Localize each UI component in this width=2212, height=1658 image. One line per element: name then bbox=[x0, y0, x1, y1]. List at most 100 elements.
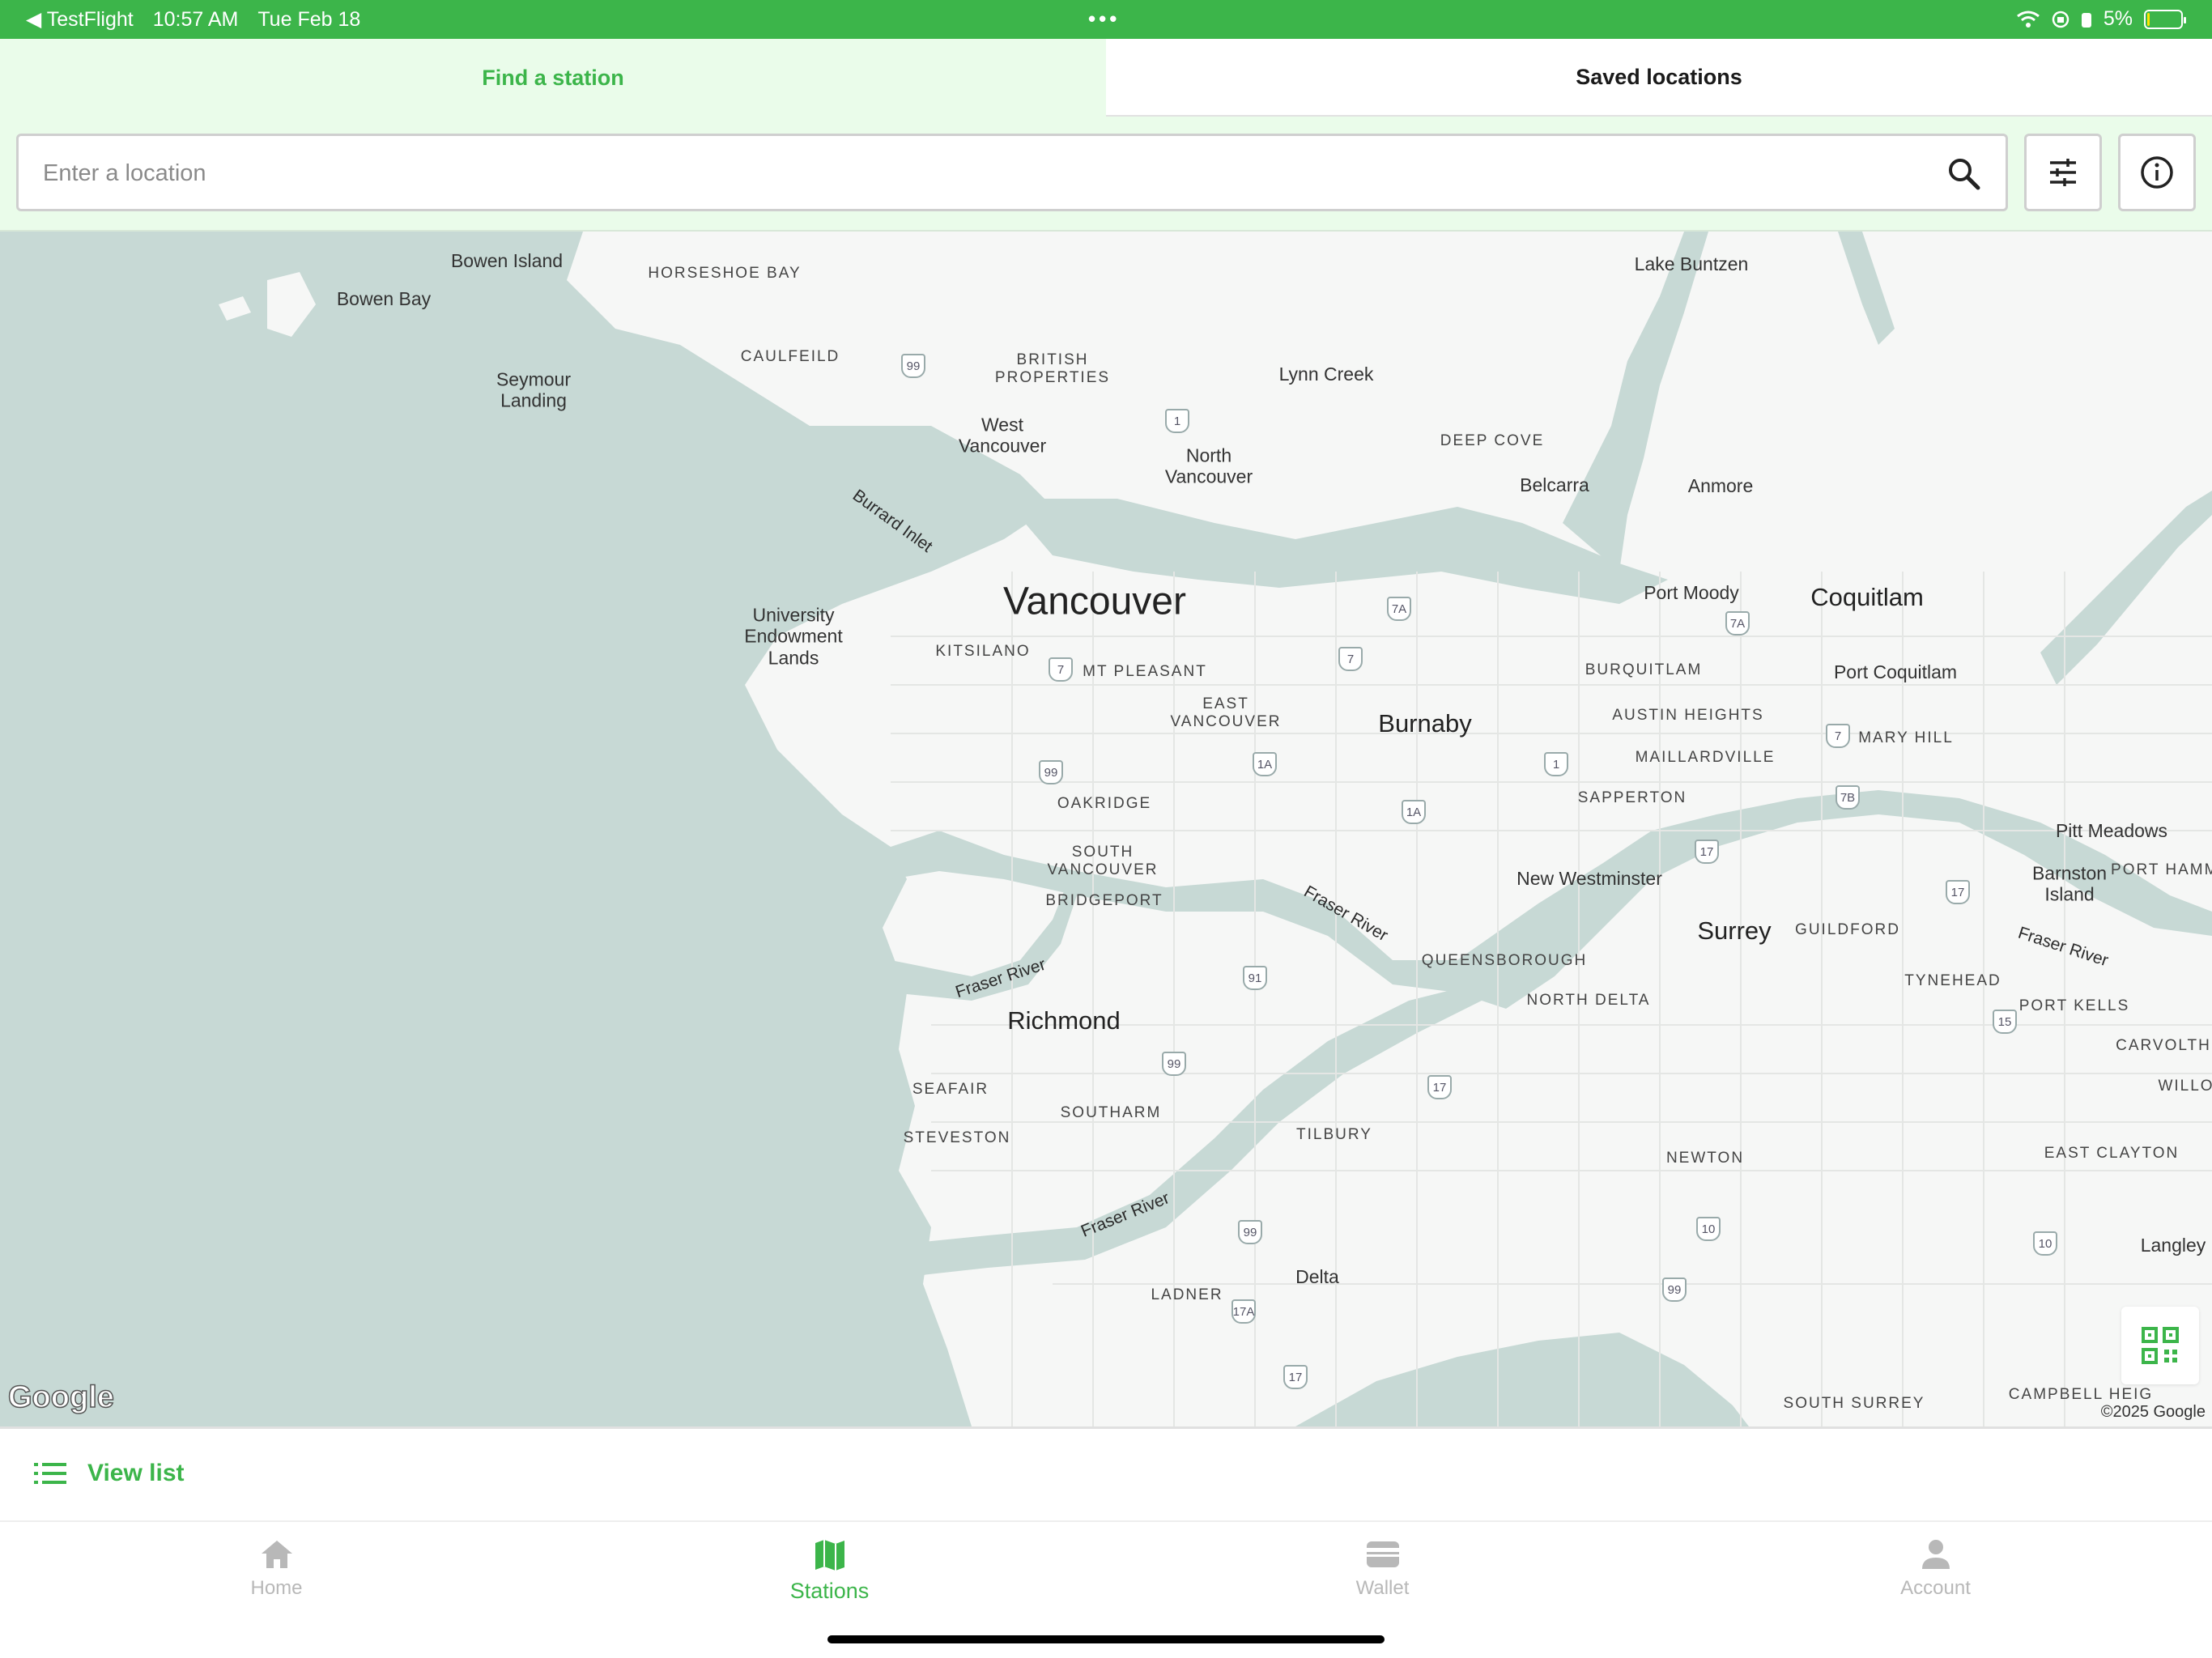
map-label-steveston: STEVESTON bbox=[903, 1129, 1011, 1147]
multitasking-dots-icon[interactable]: ••• bbox=[1088, 6, 1120, 32]
map-label-sapperton: SAPPERTON bbox=[1577, 789, 1687, 807]
highway-shield: 99 bbox=[1039, 760, 1063, 784]
map-label-lake-buntzen: Lake Buntzen bbox=[1634, 253, 1749, 274]
map-label-willo: WILLO bbox=[2158, 1078, 2212, 1095]
map-terrain bbox=[0, 232, 2212, 1426]
map-label-tynehead: TYNEHEAD bbox=[1904, 972, 2001, 990]
highway-shield: 17 bbox=[1427, 1075, 1452, 1099]
qr-scan-button[interactable] bbox=[2121, 1307, 2199, 1384]
status-date: Tue Feb 18 bbox=[257, 7, 361, 31]
highway-shield: 17 bbox=[1283, 1365, 1308, 1389]
highway-shield: 17A bbox=[1231, 1299, 1256, 1324]
highway-shield: 17 bbox=[1946, 880, 1970, 904]
map-label-delta: Delta bbox=[1295, 1265, 1339, 1287]
info-icon bbox=[2141, 156, 2173, 189]
tab-saved-locations[interactable]: Saved locations bbox=[1106, 39, 2212, 117]
view-list-button[interactable]: View list bbox=[34, 1460, 185, 1487]
status-bar: ◀ TestFlight 10:57 AM Tue Feb 18 ••• 5% bbox=[0, 0, 2212, 39]
map-label-port-coquitlam: Port Coquitlam bbox=[1833, 661, 1958, 682]
map-label-tilbury: TILBURY bbox=[1296, 1126, 1372, 1144]
battery-icon bbox=[2144, 9, 2186, 29]
highway-shield: 91 bbox=[1243, 966, 1267, 990]
map-label-new-westminster: New Westminster bbox=[1516, 867, 1662, 889]
tab-bar: Find a station Saved locations bbox=[0, 39, 2212, 117]
map-label-maillardville: MAILLARDVILLE bbox=[1635, 749, 1776, 767]
map-label-lynn-creek: Lynn Creek bbox=[1278, 363, 1374, 385]
search-box[interactable] bbox=[16, 134, 2008, 211]
map-label-seafair: SEAFAIR bbox=[912, 1081, 989, 1099]
map-label-richmond: Richmond bbox=[1007, 1006, 1121, 1035]
map-label-kitsilano: KITSILANO bbox=[935, 643, 1031, 661]
map-label-north-vancouver: North Vancouver bbox=[1164, 444, 1253, 487]
map-label-horseshoe-bay: HORSESHOE BAY bbox=[648, 265, 802, 283]
map-label-east-clayton: EAST CLAYTON bbox=[2044, 1145, 2180, 1163]
orientation-lock-icon bbox=[2052, 11, 2069, 28]
highway-shield: 7 bbox=[1826, 724, 1850, 748]
home-indicator[interactable] bbox=[827, 1635, 1385, 1643]
sliders-icon bbox=[2050, 159, 2076, 186]
map-label-newton: NEWTON bbox=[1665, 1150, 1745, 1167]
nav-label-account: Account bbox=[1900, 1577, 1971, 1599]
map-label-south-vancouver: SOUTH VANCOUVER bbox=[1047, 844, 1159, 878]
map-label-ladner: LADNER bbox=[1151, 1286, 1223, 1304]
nav-item-account[interactable]: Account bbox=[1659, 1522, 2212, 1658]
highway-shield: 99 bbox=[1162, 1052, 1186, 1076]
map-label-seymour-landing: Seymour Landing bbox=[496, 368, 572, 411]
map-label-vancouver: Vancouver bbox=[1003, 580, 1186, 623]
map-label-east-vancouver: EAST VANCOUVER bbox=[1170, 695, 1282, 730]
highway-shield: 10 bbox=[2033, 1231, 2057, 1256]
highway-shield: 99 bbox=[901, 354, 925, 378]
tab-find-a-station[interactable]: Find a station bbox=[0, 39, 1106, 117]
map-label-south-surrey: SOUTH SURREY bbox=[1783, 1395, 1925, 1413]
highway-shield: 7B bbox=[1836, 785, 1860, 810]
highway-shield: 1 bbox=[1165, 409, 1189, 433]
search-row bbox=[0, 117, 2212, 232]
status-time: 10:57 AM bbox=[152, 7, 239, 31]
map-copyright: ©2025 Google bbox=[2100, 1403, 2206, 1421]
map-label-coquitlam: Coquitlam bbox=[1810, 583, 1924, 612]
map-view[interactable]: Vancouver Burnaby Richmond Surrey Coquit… bbox=[0, 232, 2212, 1426]
map-label-north-delta: NORTH DELTA bbox=[1526, 992, 1651, 1010]
highway-shield: 99 bbox=[1662, 1278, 1687, 1302]
nav-label-home: Home bbox=[250, 1577, 303, 1599]
view-list-label: View list bbox=[87, 1460, 185, 1486]
map-label-carvolth: CARVOLTH bbox=[2116, 1037, 2211, 1055]
nav-label-stations: Stations bbox=[789, 1579, 870, 1603]
map-label-campbell-heights: CAMPBELL HEIG bbox=[2008, 1386, 2154, 1404]
map-label-queensborough: QUEENSBOROUGH bbox=[1421, 952, 1588, 970]
highway-shield: 7A bbox=[1387, 597, 1411, 621]
map-label-anmore: Anmore bbox=[1687, 474, 1754, 496]
map-label-west-vancouver: West Vancouver bbox=[958, 414, 1047, 457]
map-label-surrey: Surrey bbox=[1697, 916, 1772, 946]
map-label-oakridge: OAKRIDGE bbox=[1057, 795, 1152, 813]
map-label-caulfeild: CAULFEILD bbox=[740, 348, 840, 366]
map-label-burquitlam: BURQUITLAM bbox=[1585, 661, 1703, 679]
highway-shield: 10 bbox=[1696, 1217, 1721, 1241]
map-label-austin-heights: AUSTIN HEIGHTS bbox=[1612, 707, 1764, 725]
highway-shield: 7A bbox=[1725, 611, 1750, 636]
nav-label-wallet: Wallet bbox=[1355, 1577, 1410, 1599]
map-label-bowen-island: Bowen Island bbox=[450, 249, 564, 271]
highway-shield: 1 bbox=[1544, 752, 1568, 776]
map-label-bridgeport: BRIDGEPORT bbox=[1045, 892, 1163, 910]
map-label-belcarra: Belcarra bbox=[1520, 474, 1589, 495]
map-label-mt-pleasant: MT PLEASANT bbox=[1083, 663, 1207, 681]
search-icon[interactable] bbox=[1946, 155, 1981, 191]
map-label-port-kells: PORT KELLS bbox=[2018, 997, 2130, 1015]
highway-shield: 1A bbox=[1402, 800, 1426, 824]
location-search-input[interactable] bbox=[43, 151, 1905, 196]
list-icon bbox=[34, 1463, 66, 1484]
info-button[interactable] bbox=[2118, 134, 2196, 211]
wallet-icon bbox=[1366, 1541, 1399, 1567]
qr-code-icon bbox=[2142, 1327, 2179, 1364]
map-label-bowen-bay: Bowen Bay bbox=[336, 287, 432, 309]
privacy-indicator-icon bbox=[2081, 12, 2091, 28]
nav-item-home[interactable]: Home bbox=[0, 1522, 553, 1658]
back-to-app-link[interactable]: ◀ TestFlight bbox=[26, 7, 134, 32]
highway-shield: 15 bbox=[1993, 1010, 2017, 1034]
google-logo: Google bbox=[7, 1380, 114, 1415]
map-label-british-properties: BRITISH PROPERTIES bbox=[994, 351, 1111, 386]
map-label-mary-hill: MARY HILL bbox=[1858, 729, 1954, 747]
map-label-port-moody: Port Moody bbox=[1644, 581, 1739, 603]
filter-button[interactable] bbox=[2024, 134, 2102, 211]
